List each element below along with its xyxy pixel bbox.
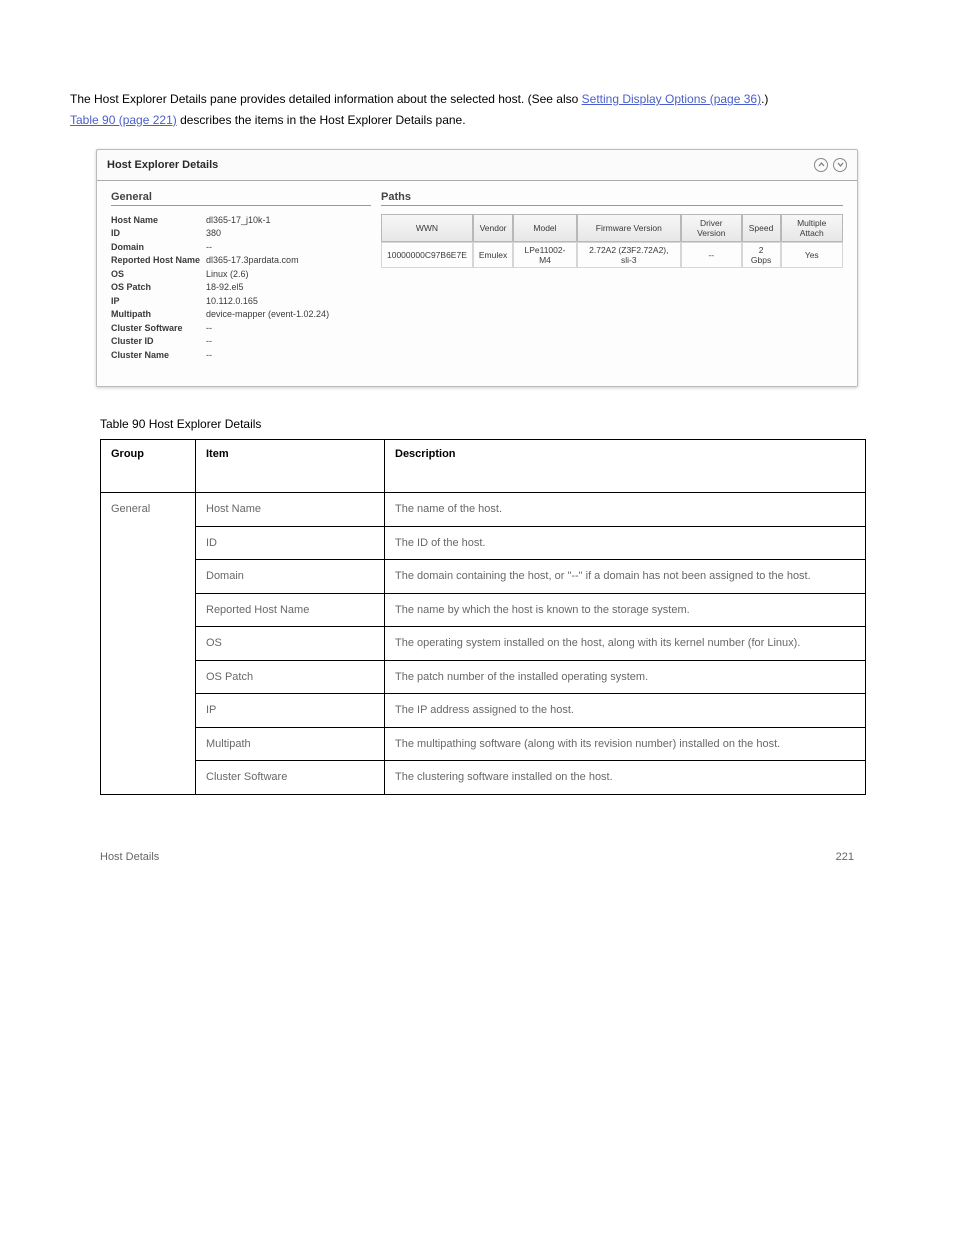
kv-row: Cluster ID-- xyxy=(111,335,371,349)
paths-cell: Emulex xyxy=(473,242,513,268)
intro-text-1: The Host Explorer Details pane provides … xyxy=(70,92,578,106)
kv-label: Host Name xyxy=(111,214,206,228)
table-row: Cluster SoftwareThe clustering software … xyxy=(101,761,866,795)
kv-value: device-mapper (event-1.02.24) xyxy=(206,308,371,322)
table-row: 10000000C97B6E7EEmulexLPe11002-M42.72A2 … xyxy=(381,242,843,268)
kv-row: Host Namedl365-17_j10k-1 xyxy=(111,214,371,228)
kv-label: ID xyxy=(111,227,206,241)
kv-row: Reported Host Namedl365-17.3pardata.com xyxy=(111,254,371,268)
kv-label: OS xyxy=(111,268,206,282)
desc-cell: The operating system installed on the ho… xyxy=(385,627,866,661)
intro-after-link: .) xyxy=(761,92,768,106)
kv-value: dl365-17_j10k-1 xyxy=(206,214,371,228)
desc-cell: The multipathing software (along with it… xyxy=(385,727,866,761)
kv-value: -- xyxy=(206,241,371,255)
kv-label: Domain xyxy=(111,241,206,255)
paths-cell: 2 Gbps xyxy=(742,242,781,268)
group-cell: General xyxy=(101,493,196,795)
kv-label: Cluster Name xyxy=(111,349,206,363)
table-caption: Table 90 Host Explorer Details xyxy=(100,417,884,431)
kv-row: OS Patch18-92.el5 xyxy=(111,281,371,295)
item-cell: Reported Host Name xyxy=(196,593,385,627)
item-cell: OS xyxy=(196,627,385,661)
desc-cell: The IP address assigned to the host. xyxy=(385,694,866,728)
desc-cell: The name of the host. xyxy=(385,493,866,527)
col-header-item: Item xyxy=(196,440,385,493)
item-cell: Multipath xyxy=(196,727,385,761)
paths-cell: -- xyxy=(681,242,742,268)
item-cell: Domain xyxy=(196,560,385,594)
paths-col-header[interactable]: Model xyxy=(513,214,577,242)
table-row: IPThe IP address assigned to the host. xyxy=(101,694,866,728)
kv-row: Cluster Name-- xyxy=(111,349,371,363)
table-row: MultipathThe multipathing software (alon… xyxy=(101,727,866,761)
kv-value: -- xyxy=(206,349,371,363)
general-kv-list: Host Namedl365-17_j10k-1ID380Domain--Rep… xyxy=(111,214,371,363)
intro-link-settings[interactable]: Setting Display Options (page 36) xyxy=(582,92,761,106)
kv-label: OS Patch xyxy=(111,281,206,295)
kv-value: -- xyxy=(206,322,371,336)
col-header-desc: Description xyxy=(385,440,866,493)
host-explorer-panel: Host Explorer Details General Host Named… xyxy=(96,149,858,388)
kv-label: Cluster ID xyxy=(111,335,206,349)
kv-value: -- xyxy=(206,335,371,349)
paths-col-header[interactable]: Multiple Attach xyxy=(781,214,844,242)
kv-label: Cluster Software xyxy=(111,322,206,336)
table-row: Reported Host NameThe name by which the … xyxy=(101,593,866,627)
kv-label: Reported Host Name xyxy=(111,254,206,268)
footer-page-number: 221 xyxy=(836,851,854,863)
description-table: Group Item Description GeneralHost NameT… xyxy=(100,439,866,795)
kv-row: OSLinux (2.6) xyxy=(111,268,371,282)
table-row: GeneralHost NameThe name of the host. xyxy=(101,493,866,527)
table-row: OS PatchThe patch number of the installe… xyxy=(101,660,866,694)
desc-cell: The domain containing the host, or "--" … xyxy=(385,560,866,594)
kv-value: Linux (2.6) xyxy=(206,268,371,282)
item-cell: IP xyxy=(196,694,385,728)
kv-value: 380 xyxy=(206,227,371,241)
paths-table: WWNVendorModelFirmware VersionDriver Ver… xyxy=(381,214,843,268)
kv-value: 18-92.el5 xyxy=(206,281,371,295)
xref-rest: describes the items in the Host Explorer… xyxy=(177,113,466,127)
kv-row: ID380 xyxy=(111,227,371,241)
collapse-up-icon[interactable] xyxy=(814,158,828,172)
paths-col-header[interactable]: WWN xyxy=(381,214,473,242)
desc-cell: The clustering software installed on the… xyxy=(385,761,866,795)
paths-col-header[interactable]: Speed xyxy=(742,214,781,242)
paths-cell: 2.72A2 (Z3F2.72A2), sli-3 xyxy=(577,242,681,268)
paths-cell: LPe11002-M4 xyxy=(513,242,577,268)
paths-col-header[interactable]: Firmware Version xyxy=(577,214,681,242)
item-cell: Host Name xyxy=(196,493,385,527)
expand-down-icon[interactable] xyxy=(833,158,847,172)
kv-value: 10.112.0.165 xyxy=(206,295,371,309)
kv-row: Cluster Software-- xyxy=(111,322,371,336)
panel-title: Host Explorer Details xyxy=(107,159,218,171)
paths-cell: Yes xyxy=(781,242,844,268)
kv-label: Multipath xyxy=(111,308,206,322)
desc-cell: The name by which the host is known to t… xyxy=(385,593,866,627)
col-header-group: Group xyxy=(101,440,196,493)
general-section-header: General xyxy=(111,191,371,206)
kv-label: IP xyxy=(111,295,206,309)
desc-cell: The patch number of the installed operat… xyxy=(385,660,866,694)
item-cell: ID xyxy=(196,526,385,560)
kv-value: dl365-17.3pardata.com xyxy=(206,254,371,268)
table-row: DomainThe domain containing the host, or… xyxy=(101,560,866,594)
kv-row: Domain-- xyxy=(111,241,371,255)
table-row: OSThe operating system installed on the … xyxy=(101,627,866,661)
paths-col-header[interactable]: Driver Version xyxy=(681,214,742,242)
kv-row: IP10.112.0.165 xyxy=(111,295,371,309)
item-cell: Cluster Software xyxy=(196,761,385,795)
paths-section-header: Paths xyxy=(381,191,843,206)
paths-cell: 10000000C97B6E7E xyxy=(381,242,473,268)
paths-col-header[interactable]: Vendor xyxy=(473,214,513,242)
desc-cell: The ID of the host. xyxy=(385,526,866,560)
item-cell: OS Patch xyxy=(196,660,385,694)
kv-row: Multipathdevice-mapper (event-1.02.24) xyxy=(111,308,371,322)
footer-section-title: Host Details xyxy=(100,851,159,863)
table-row: IDThe ID of the host. xyxy=(101,526,866,560)
xref-table-link[interactable]: Table 90 (page 221) xyxy=(70,113,177,127)
